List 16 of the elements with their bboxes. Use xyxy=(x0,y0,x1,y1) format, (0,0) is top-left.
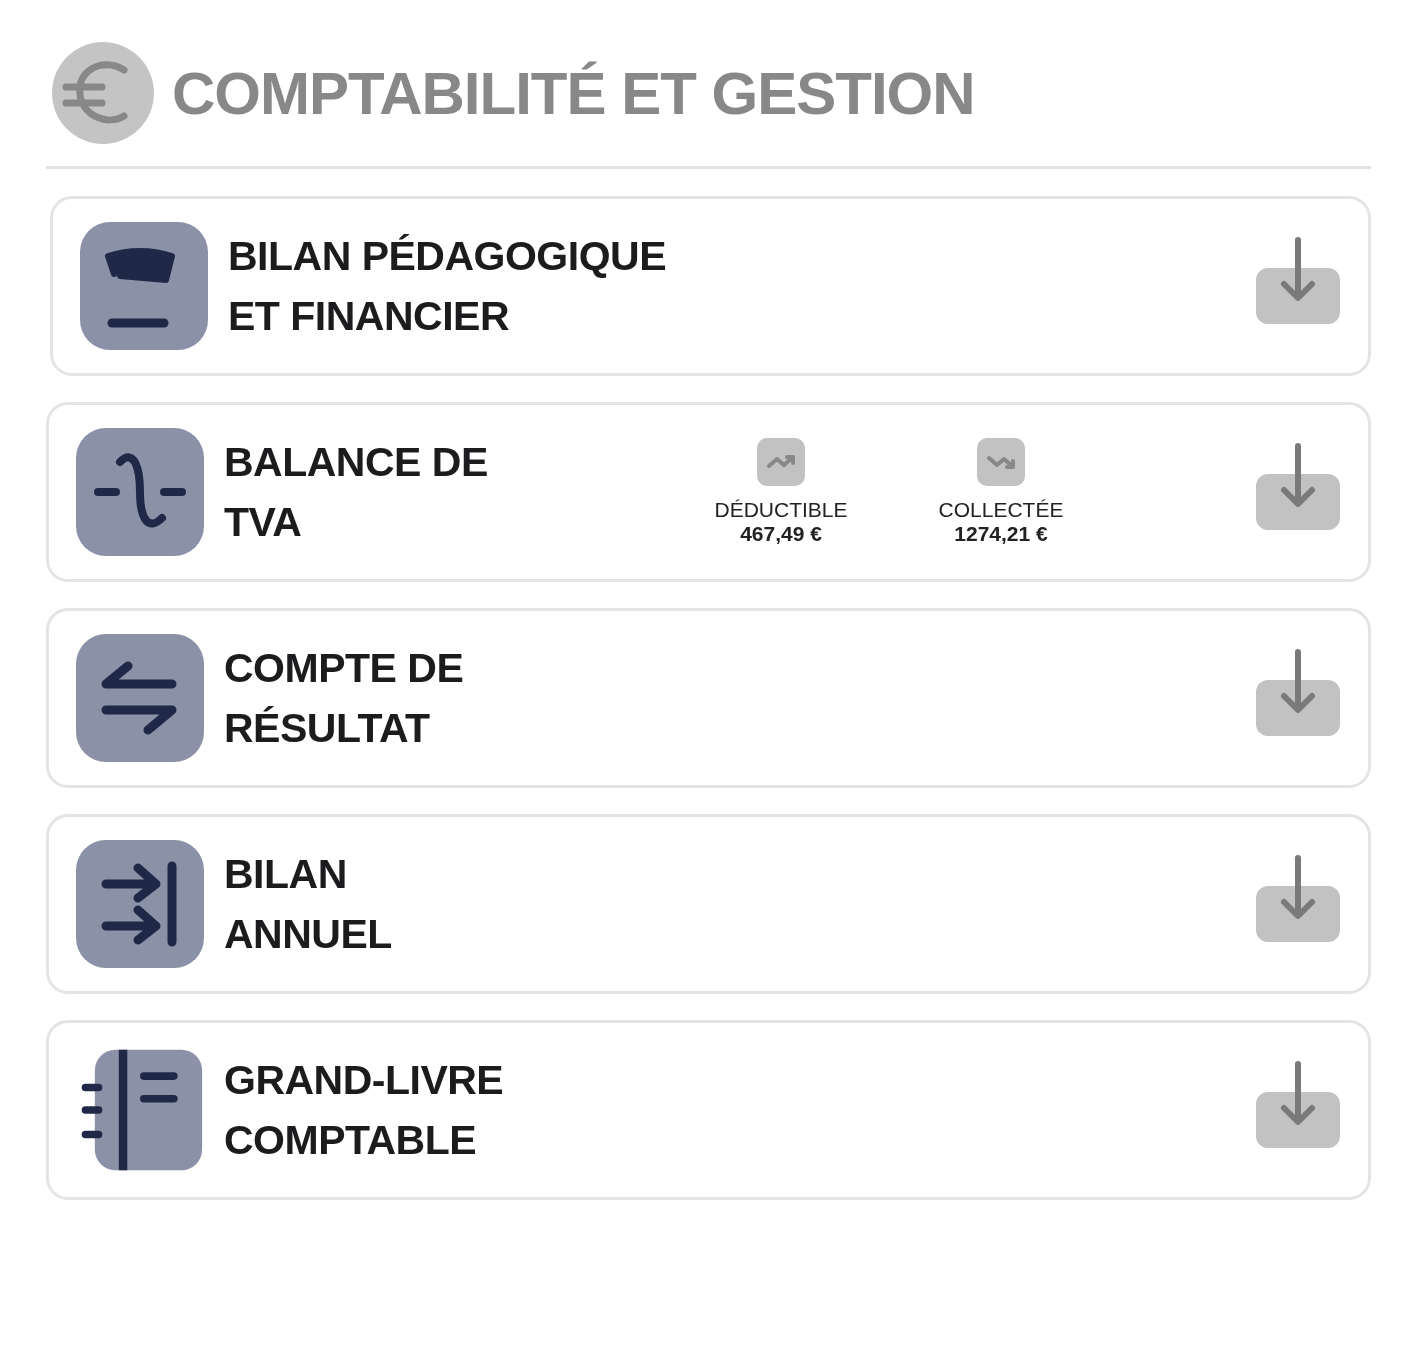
card-title: COMPTE DE RÉSULTAT xyxy=(224,644,465,753)
swap-arrows-icon xyxy=(76,634,204,762)
scale-icon xyxy=(80,222,208,350)
trend-down-icon xyxy=(977,438,1025,486)
page-title: COMPTABILITÉ ET GESTION xyxy=(172,58,975,128)
wave-icon xyxy=(76,428,204,556)
stat-label: DÉDUCTIBLE xyxy=(714,498,848,522)
stat-value: 467,49 € xyxy=(740,522,822,546)
euro-icon xyxy=(52,42,154,144)
card-title: BILAN ANNUEL xyxy=(224,850,393,959)
stat-label: COLLECTÉE xyxy=(938,498,1064,522)
card-title: GRAND-LIVRE COMPTABLE xyxy=(224,1056,505,1165)
card-title: BALANCE DE TVA xyxy=(224,438,489,547)
card-title: BILAN PÉDAGOGIQUE ET FINANCIER xyxy=(228,232,667,341)
trend-up-icon xyxy=(757,438,805,486)
stat-value: 1274,21 € xyxy=(954,522,1048,546)
